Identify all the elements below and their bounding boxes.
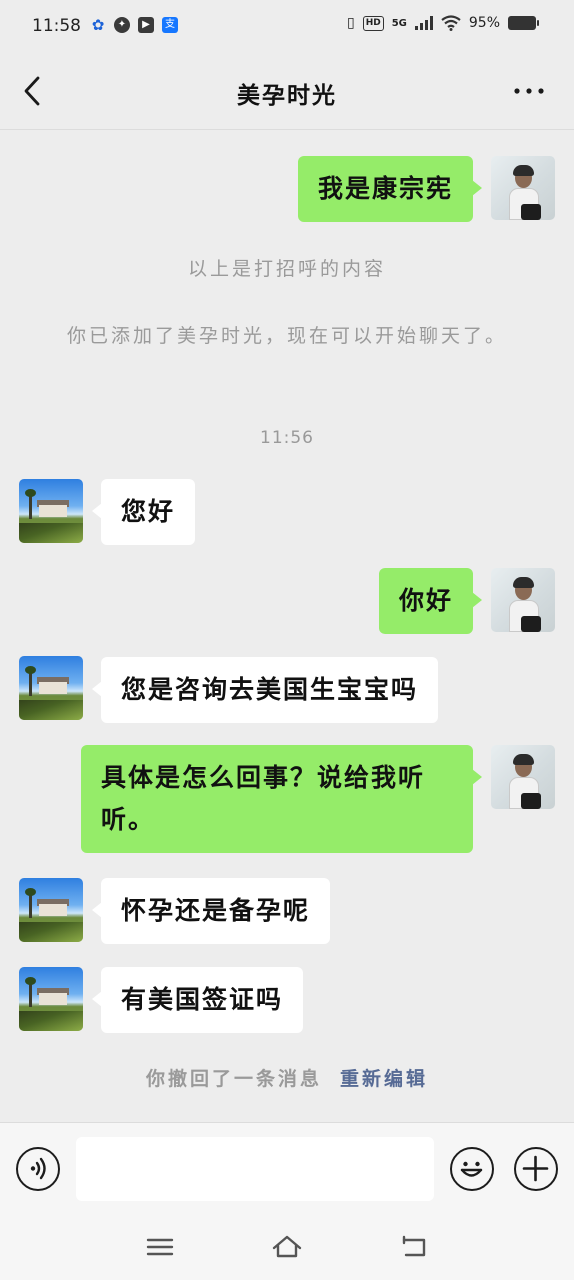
message-bubble-self[interactable]: 你好 <box>378 568 483 634</box>
home-icon[interactable] <box>270 1232 304 1262</box>
reedit-link[interactable]: 重新编辑 <box>340 1068 428 1090</box>
recall-notice: 你撤回了一条消息 重新编辑 <box>0 1061 574 1097</box>
status-right: ▯ HD 5G 95% <box>346 15 539 31</box>
message-bubble-other[interactable]: 怀孕还是备孕呢 <box>91 878 331 944</box>
hd-badge: HD <box>362 15 384 31</box>
signal-icon <box>414 16 433 30</box>
status-bar: 11:58 ✿ ✦ ▶ 支 ▯ HD 5G 95% <box>0 0 574 52</box>
contact-avatar[interactable] <box>19 878 83 942</box>
wifi-icon <box>441 15 461 31</box>
vibrate-icon: ▯ <box>346 15 355 31</box>
system-message: 你已添加了美孕时光，现在可以开始聊天了。 <box>66 325 507 347</box>
system-message-wrapper: 你已添加了美孕时光，现在可以开始聊天了。 <box>0 318 574 354</box>
more-dots-icon[interactable] <box>512 76 546 106</box>
battery-icon <box>508 16 539 30</box>
self-avatar[interactable] <box>491 568 555 632</box>
status-app-icons: ✿ ✦ ▶ 支 <box>90 17 178 33</box>
message-input[interactable] <box>76 1137 434 1201</box>
message-bubble-other[interactable]: 有美国签证吗 <box>91 967 304 1033</box>
contact-avatar[interactable] <box>19 656 83 720</box>
alipay-icon: 支 <box>162 17 178 33</box>
battery-percent: 95% <box>468 15 500 31</box>
contact-avatar[interactable] <box>19 479 83 543</box>
play-icon: ▶ <box>138 17 154 33</box>
self-avatar[interactable] <box>491 745 555 809</box>
message-bubble-self[interactable]: 我是康宗宪 <box>297 156 483 222</box>
system-message: 以上是打招呼的内容 <box>187 258 386 280</box>
network-label: 5G <box>391 17 407 29</box>
timestamp: 11:56 <box>260 428 314 448</box>
back-icon[interactable] <box>398 1232 432 1262</box>
emoji-icon[interactable] <box>450 1147 494 1191</box>
input-bar <box>0 1122 574 1214</box>
message-bubble-other[interactable]: 您好 <box>91 479 196 545</box>
message-bubble-self[interactable]: 具体是怎么回事？说给我听听。 <box>81 745 482 853</box>
system-nav-bar <box>0 1214 574 1280</box>
chat-header: 美孕时光 <box>0 52 574 130</box>
menu-icon[interactable] <box>143 1232 177 1262</box>
compass-icon: ✦ <box>114 17 130 33</box>
chat-title: 美孕时光 <box>237 82 337 109</box>
recall-text: 你撤回了一条消息 <box>145 1068 322 1090</box>
contact-avatar[interactable] <box>19 967 83 1031</box>
plus-icon[interactable] <box>514 1147 558 1191</box>
message-bubble-other[interactable]: 您是咨询去美国生宝宝吗 <box>91 657 439 723</box>
status-time: 11:58 <box>32 16 81 36</box>
voice-icon[interactable] <box>16 1147 60 1191</box>
paw-print-icon: ✿ <box>91 16 105 34</box>
self-avatar[interactable] <box>491 156 555 220</box>
